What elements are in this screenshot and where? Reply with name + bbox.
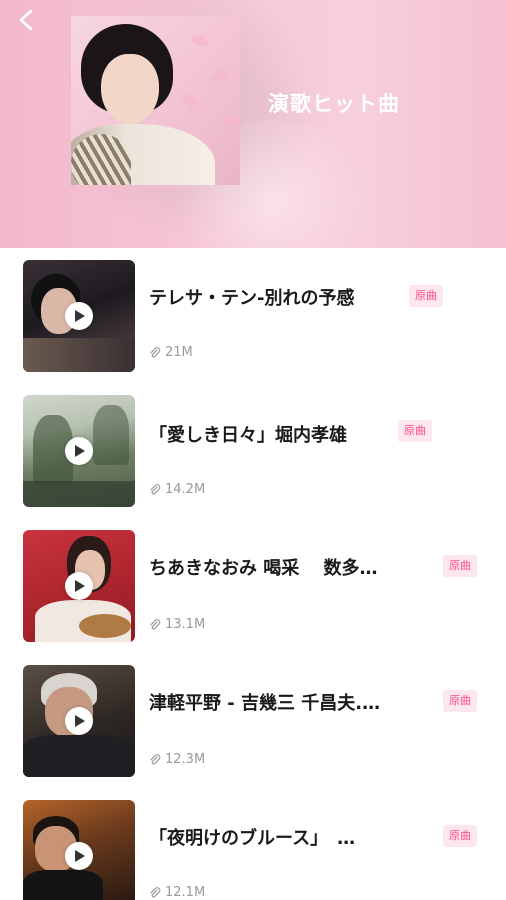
back-arrow-icon (19, 9, 33, 31)
play-icon[interactable] (65, 572, 93, 600)
paperclip-icon (150, 483, 161, 494)
file-size: 14.2M (149, 482, 205, 497)
original-badge: 原曲 (409, 285, 443, 307)
song-list-item[interactable]: ちあきなおみ 喝采 数多… 原曲 13.1M (0, 530, 506, 650)
file-size-label: 14.2M (165, 482, 206, 497)
file-size: 12.3M (149, 752, 205, 767)
song-list-item[interactable]: 「夜明けのブルース」 … 原曲 12.1M (0, 800, 506, 900)
playlist-header: 演歌ヒット曲 (0, 0, 506, 248)
paperclip-icon (150, 886, 161, 897)
song-title: テレサ・テン-別れの予感 (149, 288, 355, 309)
song-thumbnail[interactable] (23, 260, 135, 372)
song-title: ちあきなおみ 喝采 数多… (149, 558, 378, 579)
original-badge: 原曲 (443, 825, 477, 847)
song-list-item[interactable]: テレサ・テン-別れの予感 原曲 21M (0, 260, 506, 380)
song-list-item[interactable]: 津軽平野 - 吉幾三 千昌夫.… 原曲 12.3M (0, 665, 506, 785)
paperclip-icon (150, 618, 161, 629)
file-size-label: 12.1M (165, 885, 206, 900)
file-size-label: 13.1M (165, 617, 206, 632)
song-title: 津軽平野 - 吉幾三 千昌夫.… (149, 693, 381, 714)
file-size: 12.1M (149, 885, 205, 900)
original-badge: 原曲 (443, 555, 477, 577)
play-icon[interactable] (65, 437, 93, 465)
file-size: 21M (149, 345, 193, 360)
playlist-cover-image (71, 16, 240, 185)
file-size: 13.1M (149, 617, 205, 632)
playlist-title: 演歌ヒット曲 (268, 92, 400, 116)
paperclip-icon (150, 346, 161, 357)
song-thumbnail[interactable] (23, 395, 135, 507)
paperclip-icon (150, 753, 161, 764)
back-button[interactable] (12, 6, 40, 34)
play-icon[interactable] (65, 707, 93, 735)
play-icon[interactable] (65, 302, 93, 330)
song-thumbnail[interactable] (23, 530, 135, 642)
play-icon[interactable] (65, 842, 93, 870)
file-size-label: 21M (165, 345, 193, 360)
original-badge: 原曲 (398, 420, 432, 442)
file-size-label: 12.3M (165, 752, 206, 767)
song-list-item[interactable]: 「愛しき日々」堀内孝雄 原曲 14.2M (0, 395, 506, 515)
song-thumbnail[interactable] (23, 665, 135, 777)
song-thumbnail[interactable] (23, 800, 135, 900)
song-title: 「夜明けのブルース」 … (149, 828, 356, 849)
original-badge: 原曲 (443, 690, 477, 712)
song-title: 「愛しき日々」堀内孝雄 (149, 425, 347, 446)
